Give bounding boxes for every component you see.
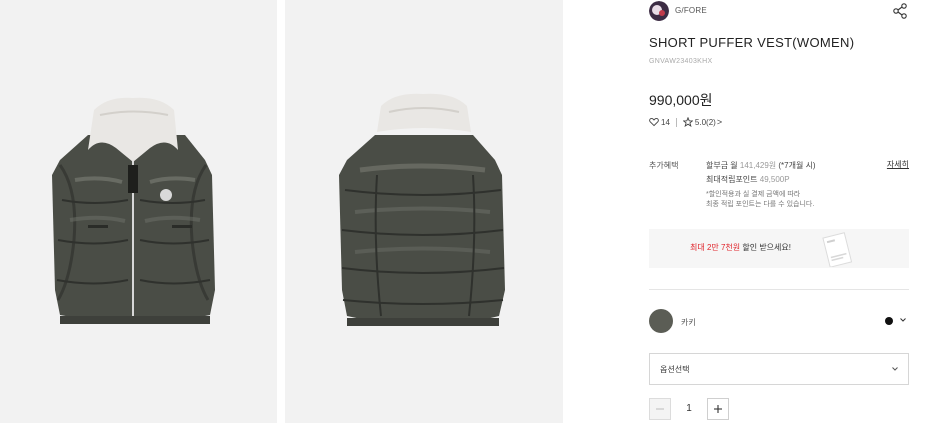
vest-back-illustration bbox=[339, 93, 505, 326]
benefit-note-line-1: *할인적용과 실 결제 금액에 따라 bbox=[706, 191, 801, 198]
plus-icon bbox=[714, 405, 722, 413]
installment-suffix: (*7개월 시) bbox=[776, 161, 816, 170]
like-count: 14 bbox=[661, 117, 670, 127]
stats-divider bbox=[675, 117, 677, 127]
product-title: SHORT PUFFER VEST(WOMEN) bbox=[649, 35, 855, 50]
benefit-note-line-2: 최종 적립 포인트는 다를 수 있습니다. bbox=[706, 201, 815, 208]
share-icon[interactable] bbox=[892, 3, 908, 19]
reviews-chevron-icon[interactable]: > bbox=[717, 117, 722, 127]
quantity-increase-button[interactable] bbox=[707, 398, 729, 420]
quantity-value[interactable]: 1 bbox=[683, 403, 695, 414]
chevron-down-icon bbox=[892, 367, 898, 371]
points-prefix: 최대적립포인트 bbox=[706, 175, 760, 184]
option-select-label: 옵션선택 bbox=[660, 365, 690, 374]
product-stats: 14 5.0 (2) > bbox=[649, 116, 722, 128]
promo-text: 최대 2만 7천원 할인 받으세요! bbox=[690, 242, 791, 253]
promo-message: 할인 받으세요! bbox=[740, 243, 791, 252]
brand-row: G/FORE bbox=[649, 1, 911, 21]
points-amount: 49,500P bbox=[759, 175, 790, 184]
product-code: GNVAW23403KHX bbox=[649, 58, 713, 65]
promo-highlight: 최대 2만 7천원 bbox=[690, 243, 741, 252]
brand-logo[interactable] bbox=[649, 1, 669, 21]
rating-value[interactable]: 5.0 bbox=[695, 118, 706, 127]
option-select[interactable]: 옵션선택 bbox=[649, 353, 909, 385]
benefit-detail-link[interactable]: 자세히 bbox=[887, 159, 909, 170]
product-image-front[interactable] bbox=[0, 0, 277, 423]
points-line: 최대적립포인트 49,500P bbox=[706, 174, 790, 185]
minus-icon bbox=[656, 408, 664, 410]
star-icon bbox=[682, 116, 694, 128]
color-dropdown[interactable] bbox=[885, 314, 911, 328]
color-swatch-khaki[interactable] bbox=[649, 309, 673, 333]
discount-promo-banner[interactable]: 최대 2만 7천원 할인 받으세요! bbox=[649, 229, 909, 268]
chevron-down-icon bbox=[900, 318, 906, 322]
heart-icon[interactable] bbox=[649, 117, 659, 127]
product-price: 990,000원 bbox=[649, 92, 713, 108]
brand-name[interactable]: G/FORE bbox=[675, 6, 707, 15]
color-label: 카키 bbox=[681, 318, 696, 327]
section-divider bbox=[649, 289, 909, 290]
brand-logo-image bbox=[649, 1, 669, 21]
selected-color-dot bbox=[885, 317, 893, 325]
installment-prefix: 할부금 월 bbox=[706, 161, 740, 170]
product-image-back[interactable] bbox=[285, 0, 563, 423]
quantity-decrease-button[interactable] bbox=[649, 398, 671, 420]
benefit-label: 추가혜택 bbox=[649, 161, 679, 170]
product-info-panel: G/FORE SHORT PUFFER VEST(WOMEN) GNVAW234… bbox=[649, 0, 911, 427]
installment-amount: 141,429원 bbox=[739, 161, 777, 170]
installment-line: 할부금 월 141,429원 (*7개월 시) bbox=[706, 160, 816, 171]
coupon-card-icon bbox=[822, 232, 853, 267]
vest-front-illustration bbox=[52, 97, 215, 324]
review-count[interactable]: (2) bbox=[706, 118, 716, 127]
